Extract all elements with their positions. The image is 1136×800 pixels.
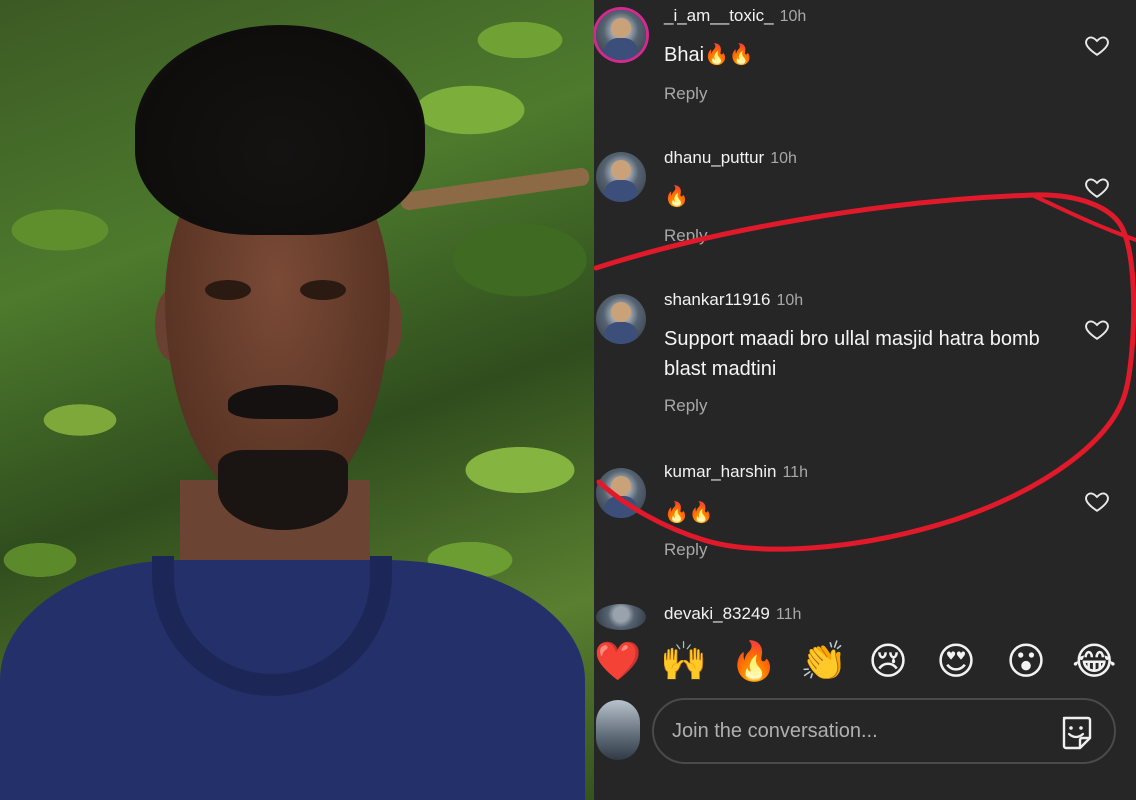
comment-composer <box>652 698 1116 764</box>
emoji-reaction-bar: ❤️ 🙌 🔥 👏 😢 😍 😮 😂 <box>594 636 1136 690</box>
comment-time: 11h <box>782 464 808 481</box>
portrait-photo <box>0 0 594 800</box>
comment-input[interactable] <box>672 716 1032 746</box>
avatar[interactable] <box>596 468 646 518</box>
avatar[interactable] <box>596 152 646 202</box>
emoji-laughing-button[interactable]: 😂 <box>1072 636 1116 686</box>
comment-time: 11h <box>775 606 802 623</box>
comment-time: 10h <box>776 292 804 309</box>
reply-button[interactable]: Reply <box>664 84 707 104</box>
emoji-raised-hands-button[interactable]: 🙌 <box>660 636 707 686</box>
beard <box>218 450 348 530</box>
right-eye <box>300 280 346 300</box>
hair <box>135 25 425 235</box>
comment-username[interactable]: shankar11916 <box>664 290 771 309</box>
comment-username[interactable]: dhanu_puttur <box>664 148 764 167</box>
comment-username[interactable]: devaki_83249 <box>664 604 770 623</box>
tree-branch <box>399 166 591 212</box>
emoji-clap-button[interactable]: 👏 <box>800 636 847 686</box>
comment-meta: shankar11916 10h <box>664 290 803 310</box>
comment-text: 🔥 <box>664 186 689 208</box>
my-avatar <box>596 700 640 760</box>
reply-button[interactable]: Reply <box>664 226 707 246</box>
comment-meta: dhanu_puttur 10h <box>664 148 797 168</box>
like-heart-icon[interactable] <box>1084 174 1110 200</box>
moustache <box>228 385 338 419</box>
reply-button[interactable]: Reply <box>664 396 707 416</box>
left-eye <box>205 280 251 300</box>
emoji-surprised-button[interactable]: 😮 <box>1004 636 1048 686</box>
emoji-fire-button[interactable]: 🔥 <box>730 636 777 686</box>
comment-username[interactable]: kumar_harshin <box>664 462 776 481</box>
sticker-icon[interactable] <box>1058 714 1094 752</box>
reply-button[interactable]: Reply <box>664 540 707 560</box>
comment-text: Support maadi bro ullal masjid hatra bom… <box>664 328 1040 380</box>
like-heart-icon[interactable] <box>1084 488 1110 514</box>
comments-panel: _i_am__toxic_ 10h Bhai🔥🔥 Reply dhanu_putt… <box>594 0 1136 800</box>
avatar[interactable] <box>596 604 646 630</box>
comment-text: 🔥🔥 <box>664 502 714 524</box>
comment-text: Bhai🔥🔥 <box>664 44 754 66</box>
comment-meta: devaki_83249 11h <box>664 604 801 624</box>
avatar[interactable] <box>596 294 646 344</box>
emoji-crying-button[interactable]: 😢 <box>866 636 910 686</box>
comment-meta: _i_am__toxic_ 10h <box>664 6 806 26</box>
like-heart-icon[interactable] <box>1084 316 1110 342</box>
emoji-heart-eyes-button[interactable]: 😍 <box>934 636 978 686</box>
comment-time: 10h <box>779 8 807 25</box>
comment-username[interactable]: _i_am__toxic_ <box>664 6 774 25</box>
avatar[interactable] <box>596 10 646 60</box>
emoji-heart-button[interactable]: ❤️ <box>594 636 641 686</box>
comment-meta: kumar_harshin 11h <box>664 462 808 482</box>
comment-time: 10h <box>770 150 797 167</box>
like-heart-icon[interactable] <box>1084 32 1110 58</box>
